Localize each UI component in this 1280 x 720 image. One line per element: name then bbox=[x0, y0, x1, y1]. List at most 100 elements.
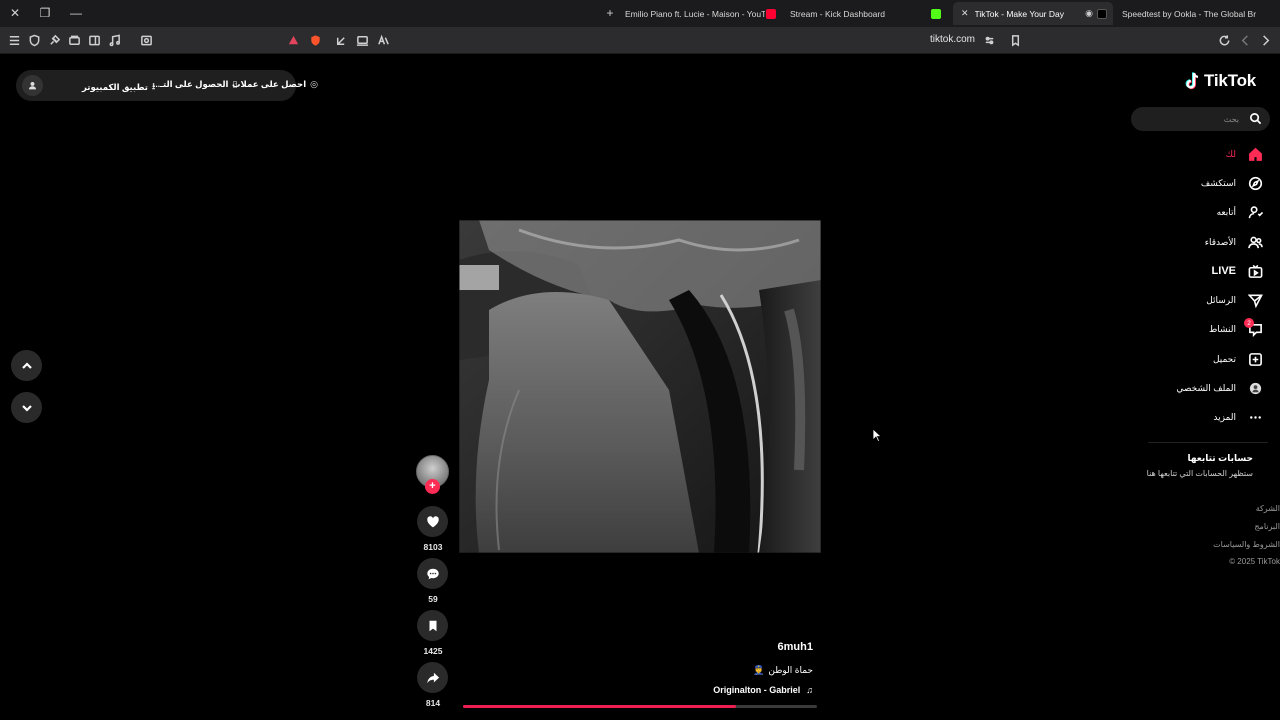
site-settings-icon[interactable] bbox=[982, 33, 997, 48]
tab-kick[interactable]: Stream - Kick Dashboard bbox=[790, 2, 920, 25]
tab-label: Stream - Kick Dashboard bbox=[790, 8, 885, 19]
get-app-label: الحصول على التـ... bbox=[153, 79, 229, 89]
sidebar-item-friends[interactable]: الأصدقاء bbox=[1205, 232, 1264, 252]
top-action-bar: ⭳ تطبيق الكمبيوتر ▯ الحصول على التـ... ◎… bbox=[16, 70, 318, 101]
footer-link-program[interactable]: البرنامج bbox=[1254, 522, 1280, 531]
back-icon[interactable] bbox=[1238, 33, 1253, 48]
more-icon bbox=[1246, 408, 1264, 426]
translate-icon[interactable] bbox=[376, 33, 391, 48]
video-progress-fill bbox=[463, 705, 736, 708]
live-icon bbox=[1246, 262, 1264, 280]
forward-icon[interactable] bbox=[1258, 33, 1273, 48]
follow-plus-icon[interactable]: + bbox=[425, 479, 440, 494]
sidebar-item-more[interactable]: المزيد bbox=[1213, 407, 1264, 427]
chevron-down-icon bbox=[21, 404, 32, 412]
previous-video-button[interactable] bbox=[11, 350, 42, 381]
video-music[interactable]: Originalton - Gabriel ♫ bbox=[713, 685, 813, 695]
get-app-link[interactable]: ▯ الحصول على التـ... bbox=[153, 79, 237, 90]
tiktok-wordmark: TikTok bbox=[1204, 71, 1257, 90]
footer-link-terms[interactable]: الشروط والسياسات bbox=[1213, 540, 1280, 549]
desktop-app-label: تطبيق الكمبيوتر bbox=[82, 81, 148, 92]
cast-icon[interactable] bbox=[355, 33, 370, 48]
minimize-window-icon[interactable]: — bbox=[66, 4, 86, 22]
audio-icon[interactable]: ◉ bbox=[1085, 8, 1093, 19]
music-title: Originalton - Gabriel bbox=[713, 685, 801, 695]
shield-icon[interactable] bbox=[27, 33, 42, 48]
messages-icon bbox=[1246, 291, 1264, 309]
wallet-icon[interactable] bbox=[67, 33, 82, 48]
sidebar-item-messages[interactable]: الرسائل bbox=[1206, 290, 1264, 310]
share-button[interactable] bbox=[417, 662, 448, 693]
browser-tab-bar: ✕ ❐ — + Emilio Piano ft. Lucie - Maison … bbox=[0, 0, 1280, 27]
sidebar-item-label: لك bbox=[1225, 148, 1236, 159]
following-icon bbox=[1246, 203, 1264, 221]
share-icon bbox=[426, 672, 439, 683]
footer-copyright: © 2025 TikTok bbox=[1229, 557, 1280, 566]
reader-mode-icon[interactable] bbox=[139, 33, 154, 48]
sidebar-item-following[interactable]: أتابعه bbox=[1217, 202, 1264, 222]
tiktok-logo-icon bbox=[1185, 71, 1199, 89]
music-note-icon: ♫ bbox=[806, 685, 813, 695]
sidebar-item-upload[interactable]: تحميل bbox=[1213, 349, 1264, 369]
restore-window-icon[interactable]: ❐ bbox=[35, 4, 55, 22]
brave-shields-icon[interactable] bbox=[308, 33, 323, 48]
music-icon[interactable] bbox=[107, 33, 122, 48]
profile-icon bbox=[1246, 379, 1264, 397]
extensions-icon[interactable] bbox=[47, 33, 62, 48]
new-tab-icon[interactable]: + bbox=[600, 4, 620, 22]
video-frame bbox=[459, 220, 821, 553]
activity-icon: 2 bbox=[1244, 318, 1264, 338]
search-icon[interactable] bbox=[1249, 112, 1263, 126]
tiktok-favicon bbox=[1097, 8, 1107, 19]
footer-link-company[interactable]: الشركة bbox=[1256, 504, 1280, 513]
share-count: 814 bbox=[425, 698, 441, 708]
comment-count: 59 bbox=[428, 594, 438, 604]
search-box[interactable] bbox=[1131, 107, 1270, 131]
tab-speedtest[interactable]: Speedtest by Ookla - The Global Broadban… bbox=[1118, 2, 1256, 25]
comment-button[interactable] bbox=[417, 558, 448, 589]
kick-favicon bbox=[931, 2, 945, 25]
user-avatar[interactable] bbox=[22, 75, 43, 96]
browser-toolbar: tiktok.com bbox=[0, 27, 1280, 54]
close-tab-icon[interactable]: ✕ bbox=[961, 8, 969, 19]
sidebar-item-label: استكشف bbox=[1200, 177, 1236, 188]
save-count: 1425 bbox=[423, 646, 443, 656]
back-history-icon[interactable] bbox=[333, 33, 348, 48]
sidebar-item-label: الملف الشخصي bbox=[1176, 382, 1236, 393]
sidebar-item-explore[interactable]: استكشف bbox=[1201, 173, 1264, 193]
sidebar-item-label: أتابعه bbox=[1216, 206, 1236, 217]
brave-rewards-icon[interactable] bbox=[286, 33, 301, 48]
explore-icon bbox=[1246, 174, 1264, 192]
tiktok-logo[interactable]: TikTok bbox=[1184, 71, 1256, 91]
sidebar-item-label: المزيد bbox=[1213, 411, 1236, 422]
sidebar-toggle-icon[interactable] bbox=[87, 33, 102, 48]
sidebar-item-activity[interactable]: 2 النشاط bbox=[1209, 318, 1264, 339]
tab-label: TikTok - Make Your Day bbox=[974, 8, 1064, 19]
get-coins-link[interactable]: ◎ احصل على عملات bbox=[232, 79, 318, 90]
desktop-app-link[interactable]: ⭳ تطبيق الكمبيوتر bbox=[82, 79, 155, 95]
video-author-username[interactable]: 6muh1 bbox=[778, 641, 813, 653]
comment-icon bbox=[426, 568, 439, 579]
search-input[interactable] bbox=[1139, 111, 1239, 127]
bookmark-icon[interactable] bbox=[1008, 33, 1023, 48]
close-window-icon[interactable]: ✕ bbox=[5, 4, 25, 22]
friends-icon bbox=[1246, 233, 1264, 251]
next-video-button[interactable] bbox=[11, 392, 42, 423]
tab-youtube[interactable]: Emilio Piano ft. Lucie - Maison - YouTub… bbox=[625, 2, 765, 25]
menu-icon[interactable] bbox=[7, 33, 22, 48]
save-button[interactable] bbox=[417, 610, 448, 641]
like-count: 8103 bbox=[423, 542, 443, 552]
following-accounts-subtitle: ستظهر الحسابات التي تتابعها هنا bbox=[1146, 469, 1253, 478]
heart-icon bbox=[426, 515, 439, 527]
video-progress-bar[interactable] bbox=[463, 705, 817, 708]
address-bar[interactable]: tiktok.com bbox=[930, 34, 975, 45]
video-player[interactable] bbox=[459, 220, 821, 553]
mouse-cursor-icon bbox=[872, 428, 882, 443]
reload-icon[interactable] bbox=[1217, 33, 1232, 48]
like-button[interactable] bbox=[417, 506, 448, 537]
sidebar-item-for-you[interactable]: لك bbox=[1226, 144, 1264, 164]
tab-tiktok[interactable]: ✕ TikTok - Make Your Day ◉ bbox=[953, 2, 1113, 25]
sidebar-item-label: الرسائل bbox=[1206, 294, 1236, 305]
sidebar-item-profile[interactable]: الملف الشخصي bbox=[1176, 378, 1264, 398]
sidebar-item-live[interactable]: LIVE bbox=[1212, 261, 1264, 281]
